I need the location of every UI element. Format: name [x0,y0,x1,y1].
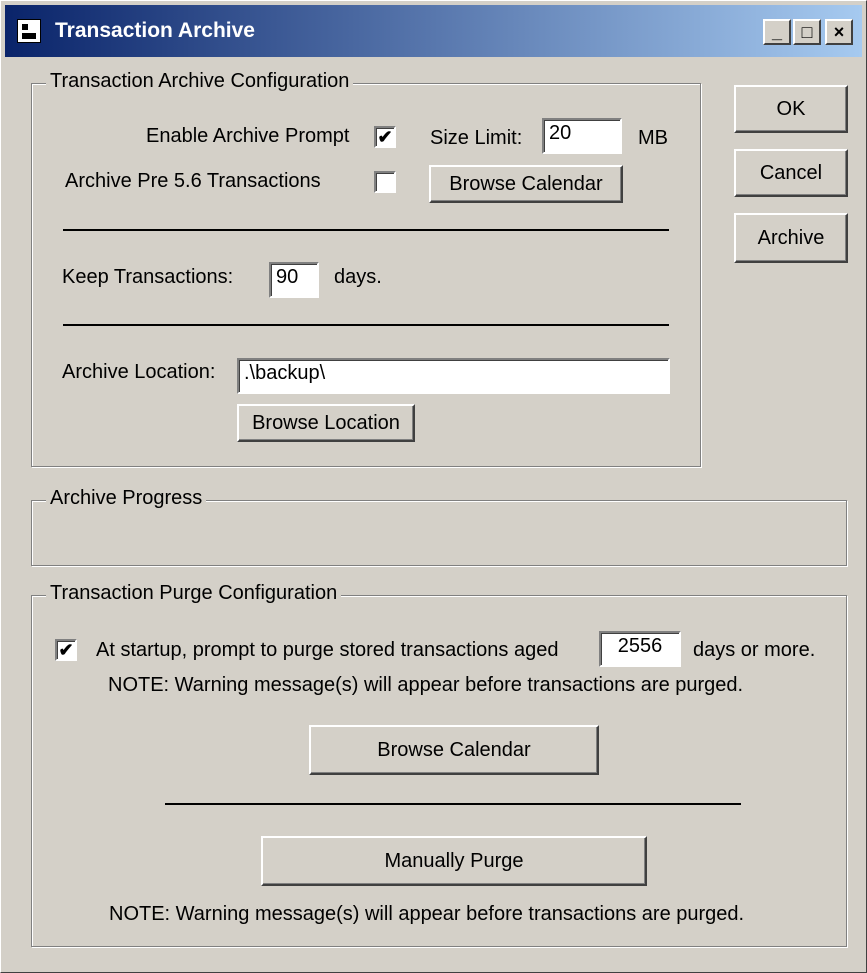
purge-note-top: NOTE: Warning message(s) will appear bef… [108,674,744,696]
keep-transactions-label: Keep Transactions: [62,266,234,288]
purge-days-suffix: days or more. [693,639,816,661]
browse-calendar-purge-button[interactable]: Browse Calendar [309,725,599,775]
archive-location-label: Archive Location: [62,361,216,383]
archive-pre56-label: Archive Pre 5.6 Transactions [65,170,321,192]
enable-archive-prompt-checkbox[interactable]: ✔ [374,126,396,148]
keep-transactions-input[interactable]: 90 [269,262,319,298]
browse-location-button[interactable]: Browse Location [237,404,415,442]
size-limit-unit: MB [638,127,668,149]
archive-location-input[interactable]: .\backup\ [237,358,670,394]
purge-prompt-label: At startup, prompt to purge stored trans… [96,639,559,661]
size-limit-label: Size Limit: [430,127,523,149]
browse-calendar-archive-button[interactable]: Browse Calendar [429,165,623,203]
purge-note-bottom: NOTE: Warning message(s) will appear bef… [109,903,745,925]
window-title: Transaction Archive [55,19,255,42]
transaction-archive-window: Transaction Archive _ □ × OK Cancel Arch… [0,0,867,973]
minimize-button[interactable]: _ [763,19,791,45]
separator [63,229,669,231]
maximize-button[interactable]: □ [793,19,821,45]
purge-config-legend: Transaction Purge Configuration [46,582,342,605]
separator [165,803,741,805]
archive-progress-legend: Archive Progress [46,487,207,510]
purge-days-input[interactable]: 2556 [599,631,681,667]
archive-config-legend: Transaction Archive Configuration [46,70,354,93]
archive-progress-group: Archive Progress [31,487,847,566]
close-button[interactable]: × [825,19,853,45]
archive-pre56-checkbox[interactable] [374,171,396,193]
separator [63,324,669,326]
ok-button[interactable]: OK [734,85,848,133]
enable-archive-prompt-label: Enable Archive Prompt [146,125,350,147]
app-icon[interactable] [17,19,41,43]
archive-button[interactable]: Archive [734,213,848,263]
title-bar[interactable]: Transaction Archive _ □ × [5,5,862,57]
manually-purge-button[interactable]: Manually Purge [261,836,647,886]
cancel-button[interactable]: Cancel [734,149,848,197]
purge-prompt-checkbox[interactable]: ✔ [55,639,77,661]
size-limit-input[interactable]: 20 [542,118,622,154]
keep-transactions-unit: days. [334,266,382,288]
